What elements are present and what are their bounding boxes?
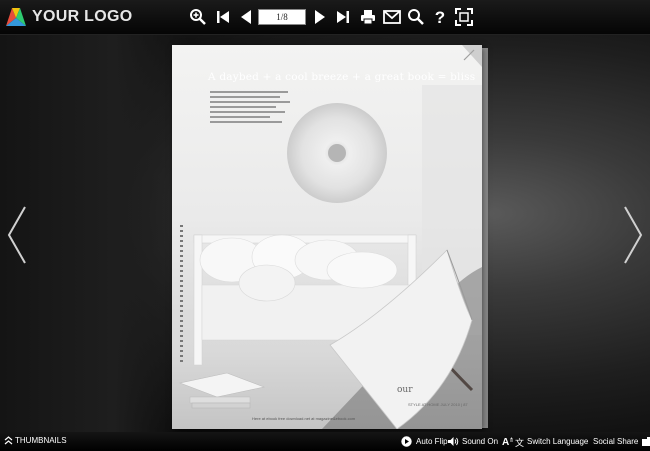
switch-language-button[interactable]: A文 Switch Language	[502, 436, 588, 447]
switch-language-label: Switch Language	[527, 437, 589, 446]
bottom-toolbar: THUMBNAILS Auto Flip Sound On A文 Switch …	[0, 432, 650, 451]
page-footer-text: Here at ebook free download.net at magaz…	[252, 416, 356, 421]
page-curl-text: our	[397, 385, 413, 395]
social-share-label: Social Share	[593, 437, 639, 446]
first-page-icon[interactable]	[212, 6, 234, 28]
social-share-button[interactable]: Social Share	[593, 436, 650, 447]
auto-flip-label: Auto Flip	[416, 437, 448, 446]
double-chevron-up-icon	[4, 436, 13, 445]
logo-text: YOUR LOGO	[32, 8, 133, 25]
help-icon[interactable]: ?	[429, 6, 451, 28]
sound-label: Sound On	[462, 437, 499, 446]
language-icon: A文	[502, 437, 524, 447]
previous-page-arrow[interactable]	[6, 205, 28, 265]
page-number-input[interactable]: 1/8	[258, 9, 306, 25]
photo-credit-strip	[180, 225, 183, 365]
next-page-arrow[interactable]	[622, 205, 644, 265]
svg-text:文: 文	[515, 437, 524, 447]
top-toolbar: YOUR LOGO 1/8 ?	[0, 0, 650, 35]
speaker-icon	[448, 437, 459, 446]
play-icon	[401, 436, 412, 447]
svg-text:?: ?	[435, 8, 445, 26]
magazine-headline: A daybed + a cool breeze + a great book …	[208, 71, 476, 83]
logo-icon	[6, 8, 26, 26]
thumbnails-label: THUMBNAILS	[15, 436, 67, 445]
next-page-icon[interactable]	[309, 6, 331, 28]
sound-toggle[interactable]: Sound On	[447, 436, 498, 447]
zoom-in-icon[interactable]	[187, 6, 209, 28]
magazine-body-text	[210, 91, 290, 126]
last-page-icon[interactable]	[332, 6, 354, 28]
print-icon[interactable]	[357, 6, 379, 28]
svg-text:A: A	[502, 437, 509, 447]
fullscreen-icon[interactable]	[453, 6, 475, 28]
flipbook[interactable]: A daybed + a cool breeze + a great book …	[172, 45, 488, 431]
previous-page-icon[interactable]	[235, 6, 257, 28]
thumbnails-button[interactable]: THUMBNAILS	[4, 436, 67, 445]
page-folio: STYLE AT HOME JULY 2010 | 87	[408, 402, 468, 407]
flipbook-stage: A daybed + a cool breeze + a great book …	[0, 35, 650, 432]
email-icon[interactable]	[381, 6, 403, 28]
share-icon	[642, 437, 650, 446]
stage-background	[0, 35, 190, 432]
magazine-page[interactable]: A daybed + a cool breeze + a great book …	[172, 45, 482, 429]
logo: YOUR LOGO	[4, 5, 132, 29]
search-icon[interactable]	[405, 6, 427, 28]
auto-flip-button[interactable]: Auto Flip	[401, 436, 448, 447]
